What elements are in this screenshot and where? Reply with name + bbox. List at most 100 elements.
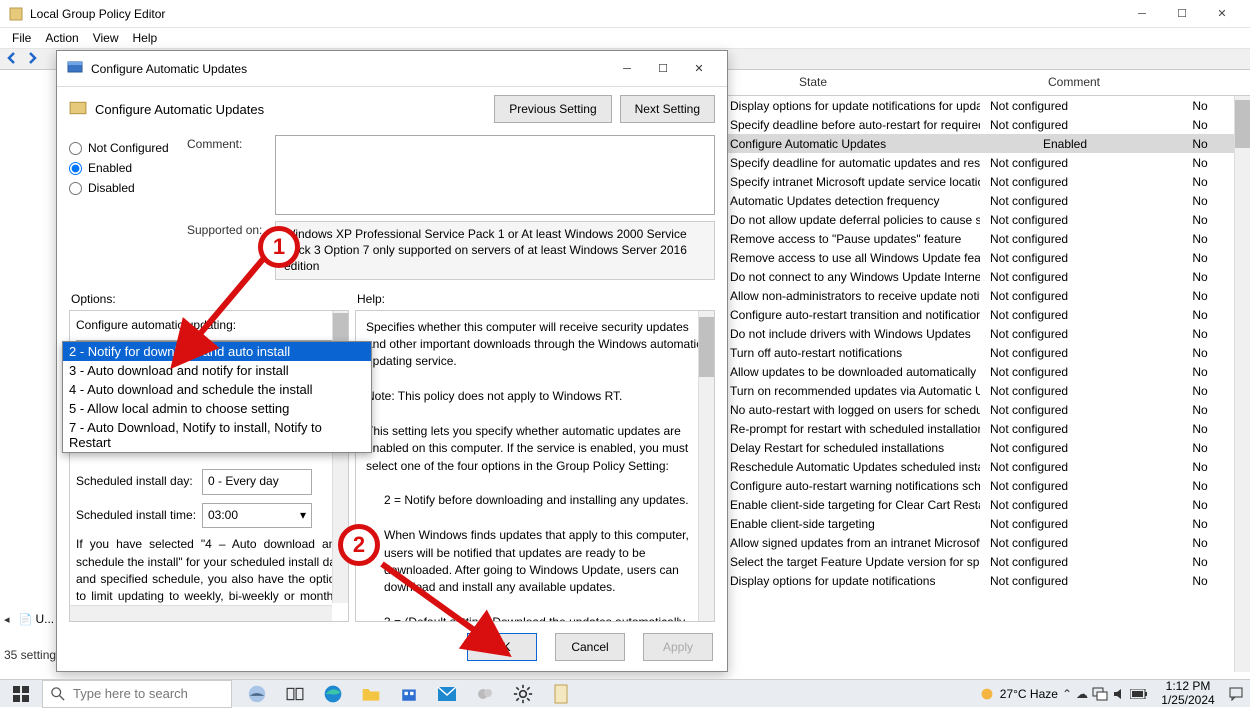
dropdown-option[interactable]: 3 - Auto download and notify for install [63, 361, 371, 380]
options-hscroll[interactable] [70, 605, 332, 621]
scrollbar-thumb[interactable] [1235, 100, 1250, 148]
table-row[interactable]: Configure Automatic UpdatesEnabledNo [728, 134, 1250, 153]
state-radios: Not Configured Enabled Disabled [69, 135, 187, 215]
close-button[interactable]: ✕ [1202, 0, 1242, 28]
dialog-close[interactable]: ✕ [681, 53, 717, 85]
nav-back-icon[interactable] [4, 50, 20, 69]
next-setting-button[interactable]: Next Setting [620, 95, 715, 123]
onedrive-icon[interactable]: ☁ [1076, 687, 1088, 701]
dropdown-option[interactable]: 4 - Auto download and schedule the insta… [63, 380, 371, 399]
task-view-icon[interactable] [276, 680, 314, 708]
previous-setting-button[interactable]: Previous Setting [494, 95, 611, 123]
ok-button[interactable]: OK [467, 633, 537, 661]
help-vscroll[interactable] [698, 311, 714, 621]
comment-label: Comment: [187, 135, 275, 215]
options-help-row: Options: Help: [57, 282, 727, 310]
supported-text: Windows XP Professional Service Pack 1 o… [275, 221, 715, 280]
disabled-radio[interactable]: Disabled [69, 181, 187, 195]
window-title: Local Group Policy Editor [30, 7, 165, 21]
taskbar-search[interactable]: Type here to search [42, 680, 232, 708]
scheduled-day-select[interactable]: 0 - Every day [202, 469, 312, 494]
dialog-minimize[interactable]: ─ [609, 53, 645, 85]
table-row[interactable]: Do not connect to any Windows Update Int… [728, 267, 1250, 286]
nav-forward-icon[interactable] [24, 50, 40, 69]
policy-list-panel: State Comment Display options for update… [728, 72, 1250, 672]
notepad-icon[interactable] [542, 680, 580, 708]
settings-icon[interactable] [504, 680, 542, 708]
action-center-icon[interactable] [1228, 686, 1244, 702]
table-row[interactable]: Turn off auto-restart notificationsNot c… [728, 343, 1250, 362]
dialog-titlebar: Configure Automatic Updates ─ ☐ ✕ [57, 51, 727, 87]
explorer-icon[interactable] [352, 680, 390, 708]
menu-view[interactable]: View [87, 29, 125, 47]
table-row[interactable]: Allow updates to be downloaded automatic… [728, 362, 1250, 381]
network-icon[interactable] [1092, 687, 1108, 701]
cortana-icon[interactable] [238, 680, 276, 708]
store-icon[interactable] [390, 680, 428, 708]
dropdown-option[interactable]: 5 - Allow local admin to choose setting [63, 399, 371, 418]
menu-help[interactable]: Help [127, 29, 164, 47]
table-row[interactable]: Specify intranet Microsoft update servic… [728, 172, 1250, 191]
menu-action[interactable]: Action [39, 29, 84, 47]
battery-icon[interactable] [1130, 689, 1148, 699]
table-row[interactable]: Delay Restart for scheduled installation… [728, 438, 1250, 457]
help-p1: Specifies whether this computer will rec… [366, 319, 704, 371]
edge-icon[interactable] [314, 680, 352, 708]
table-row[interactable]: Automatic Updates detection frequencyNot… [728, 191, 1250, 210]
menu-file[interactable]: File [6, 29, 37, 47]
weather-app-icon[interactable] [466, 680, 504, 708]
column-comment[interactable]: Comment [898, 72, 1250, 95]
apply-button[interactable]: Apply [643, 633, 713, 661]
mail-icon[interactable] [428, 680, 466, 708]
policy-list-header: State Comment [728, 72, 1250, 96]
table-row[interactable]: Do not allow update deferral policies to… [728, 210, 1250, 229]
dialog-header-row: Configure Automatic Updates Previous Set… [57, 87, 727, 127]
weather-tray[interactable]: 27°C Haze [978, 685, 1058, 703]
vertical-scrollbar[interactable] [1234, 96, 1250, 672]
table-row[interactable]: Enable client-side targeting for Clear C… [728, 495, 1250, 514]
start-button[interactable] [0, 680, 42, 708]
taskbar: Type here to search 27°C Haze ⌃ ☁ 1:12 P… [0, 679, 1250, 707]
tray-chevron-icon[interactable]: ⌃ [1062, 687, 1072, 701]
maximize-button[interactable]: ☐ [1162, 0, 1202, 28]
scheduled-time-select[interactable]: 03:00▾ [202, 503, 312, 528]
comment-input[interactable] [275, 135, 715, 215]
configure-updating-label: Configure automatic updating: [76, 317, 342, 334]
table-row[interactable]: Reschedule Automatic Updates scheduled i… [728, 457, 1250, 476]
scheduled-day-label: Scheduled install day: [76, 473, 202, 490]
table-row[interactable]: Display options for update notifications… [728, 571, 1250, 590]
table-row[interactable]: Turn on recommended updates via Automati… [728, 381, 1250, 400]
tree-fragment: ◂ 📄 U... [4, 612, 54, 626]
dropdown-option[interactable]: 2 - Notify for download and auto install [63, 342, 371, 361]
dialog-maximize[interactable]: ☐ [645, 53, 681, 85]
clock[interactable]: 1:12 PM 1/25/2024 [1152, 680, 1224, 706]
table-row[interactable]: Allow non-administrators to receive upda… [728, 286, 1250, 305]
table-row[interactable]: Do not include drivers with Windows Upda… [728, 324, 1250, 343]
table-row[interactable]: Select the target Feature Update version… [728, 552, 1250, 571]
configure-updating-dropdown[interactable]: 2 - Notify for download and auto install… [62, 341, 372, 453]
options-label: Options: [69, 288, 349, 310]
table-row[interactable]: Display options for update notifications… [728, 96, 1250, 115]
table-row[interactable]: Allow signed updates from an intranet Mi… [728, 533, 1250, 552]
table-row[interactable]: Specify deadline before auto-restart for… [728, 115, 1250, 134]
column-state[interactable]: State [728, 72, 898, 95]
table-row[interactable]: Remove access to "Pause updates" feature… [728, 229, 1250, 248]
cancel-button[interactable]: Cancel [555, 633, 625, 661]
dialog-heading: Configure Automatic Updates [95, 102, 264, 117]
table-row[interactable]: Configure auto-restart transition and no… [728, 305, 1250, 324]
help-p4: 2 = Notify before downloading and instal… [366, 492, 704, 509]
table-row[interactable]: Configure auto-restart warning notificat… [728, 476, 1250, 495]
minimize-button[interactable]: ─ [1122, 0, 1162, 28]
volume-icon[interactable] [1112, 687, 1126, 701]
enabled-radio[interactable]: Enabled [69, 161, 187, 175]
table-row[interactable]: Remove access to use all Windows Update … [728, 248, 1250, 267]
dialog-title: Configure Automatic Updates [91, 62, 247, 76]
table-row[interactable]: Re-prompt for restart with scheduled ins… [728, 419, 1250, 438]
table-row[interactable]: Specify deadline for automatic updates a… [728, 153, 1250, 172]
dropdown-option[interactable]: 7 - Auto Download, Notify to install, No… [63, 418, 371, 452]
help-p5: When Windows finds updates that apply to… [366, 527, 704, 597]
not-configured-radio[interactable]: Not Configured [69, 141, 187, 155]
dialog-footer-buttons: OK Cancel Apply [459, 633, 713, 661]
table-row[interactable]: Enable client-side targetingNot configur… [728, 514, 1250, 533]
table-row[interactable]: No auto-restart with logged on users for… [728, 400, 1250, 419]
